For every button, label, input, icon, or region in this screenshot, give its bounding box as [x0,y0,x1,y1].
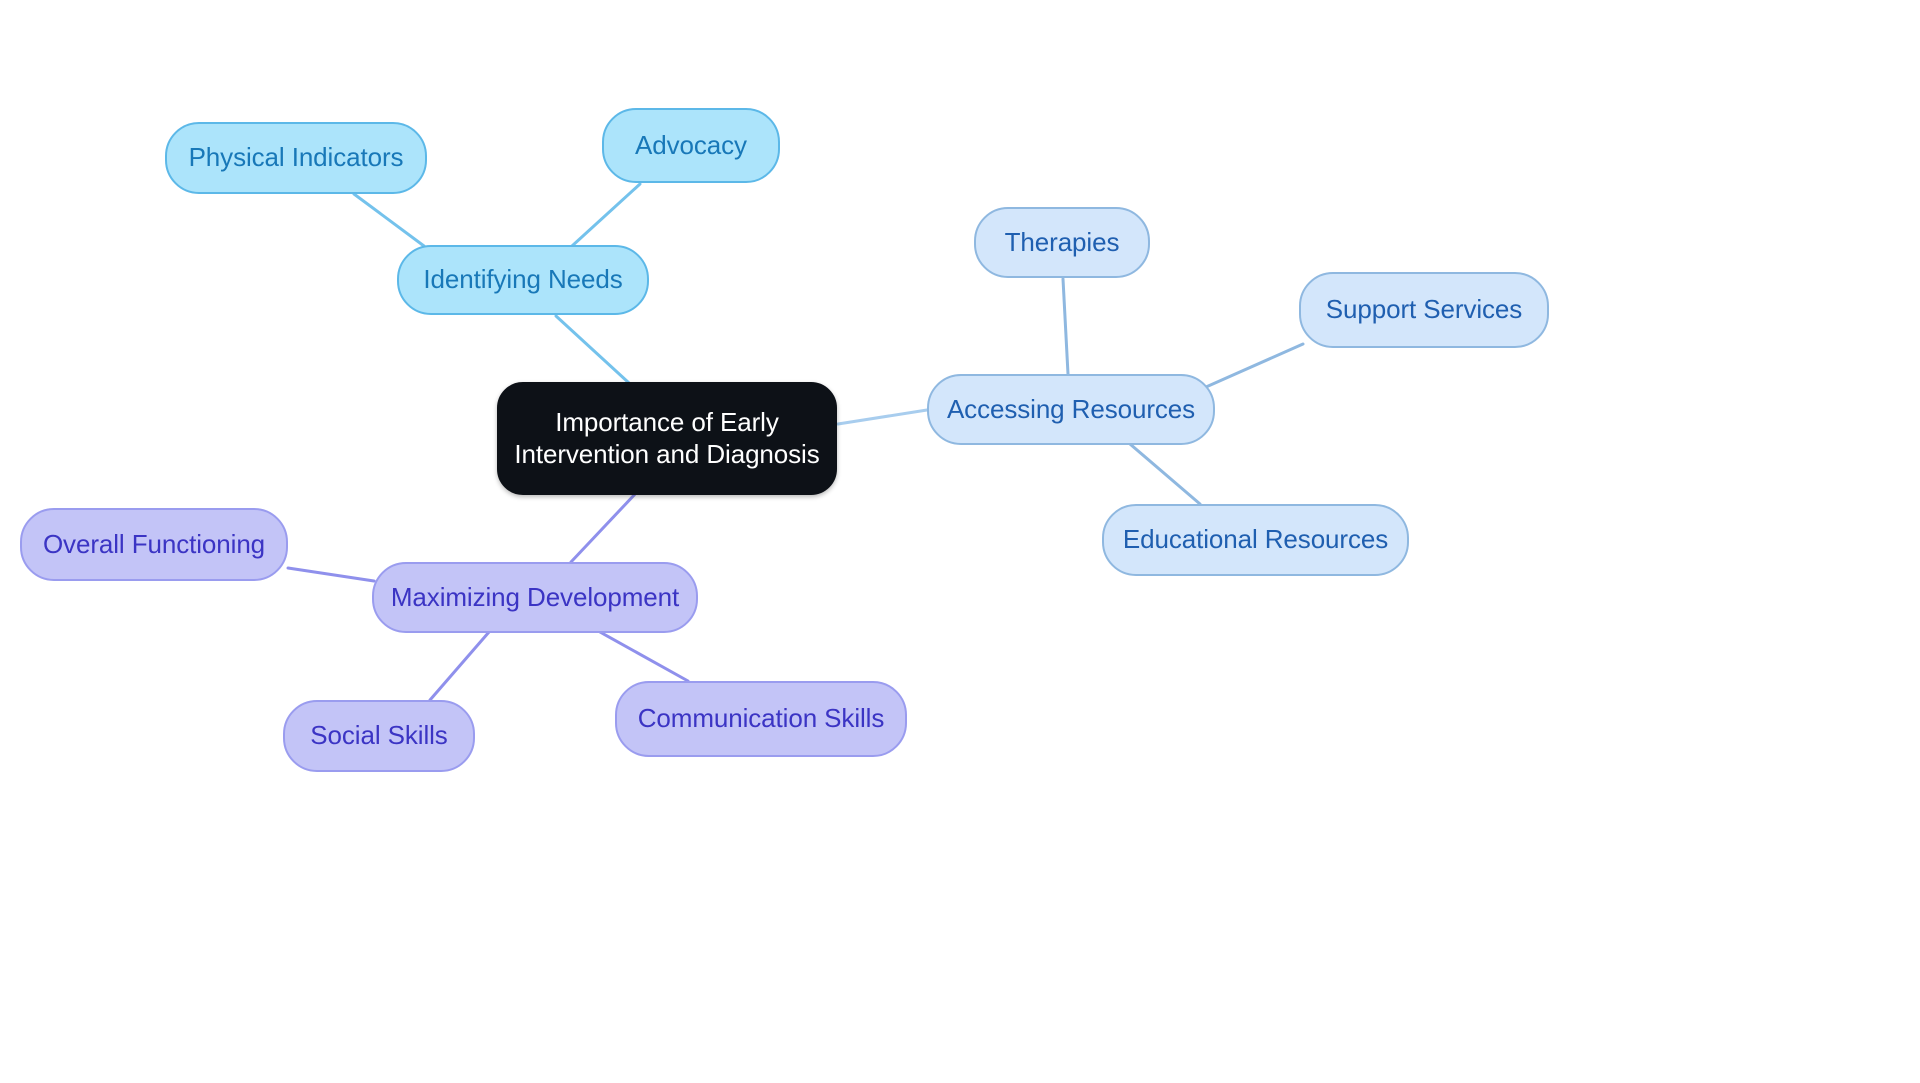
mindmap-leaf-advocacy[interactable]: Advocacy [602,108,780,183]
edge-accessing-resources-support-services [1204,342,1305,389]
edge-maximizing-development-communication-skills [598,630,690,683]
mindmap-leaf-communication-skills[interactable]: Communication Skills [615,681,907,757]
mindmap-leaf-therapies[interactable]: Therapies [974,207,1150,278]
edge-root-identifying-needs [554,314,631,385]
edge-accessing-resources-educational-resources [1128,442,1202,506]
mindmap-branch-identifying-needs[interactable]: Identifying Needs [397,245,649,315]
mindmap-canvas: Importance of Early Intervention and Dia… [0,0,1920,1083]
mindmap-branch-accessing-resources[interactable]: Accessing Resources [927,374,1215,445]
mindmap-root-node[interactable]: Importance of Early Intervention and Dia… [497,382,837,495]
edge-root-maximizing-development [569,490,639,564]
mindmap-leaf-physical-indicators[interactable]: Physical Indicators [165,122,427,194]
mindmap-leaf-educational-resources[interactable]: Educational Resources [1102,504,1409,576]
mindmap-branch-maximizing-development[interactable]: Maximizing Development [372,562,698,633]
edge-root-accessing-resources [836,408,929,426]
edge-maximizing-development-overall-functioning [286,566,376,583]
edge-maximizing-development-social-skills [428,630,491,702]
mindmap-leaf-overall-functioning[interactable]: Overall Functioning [20,508,288,581]
edge-identifying-needs-physical-indicators [352,192,426,248]
mindmap-leaf-social-skills[interactable]: Social Skills [283,700,475,772]
mindmap-leaf-support-services[interactable]: Support Services [1299,272,1549,348]
edge-identifying-needs-advocacy [570,182,642,248]
edge-accessing-resources-therapies [1061,277,1070,376]
